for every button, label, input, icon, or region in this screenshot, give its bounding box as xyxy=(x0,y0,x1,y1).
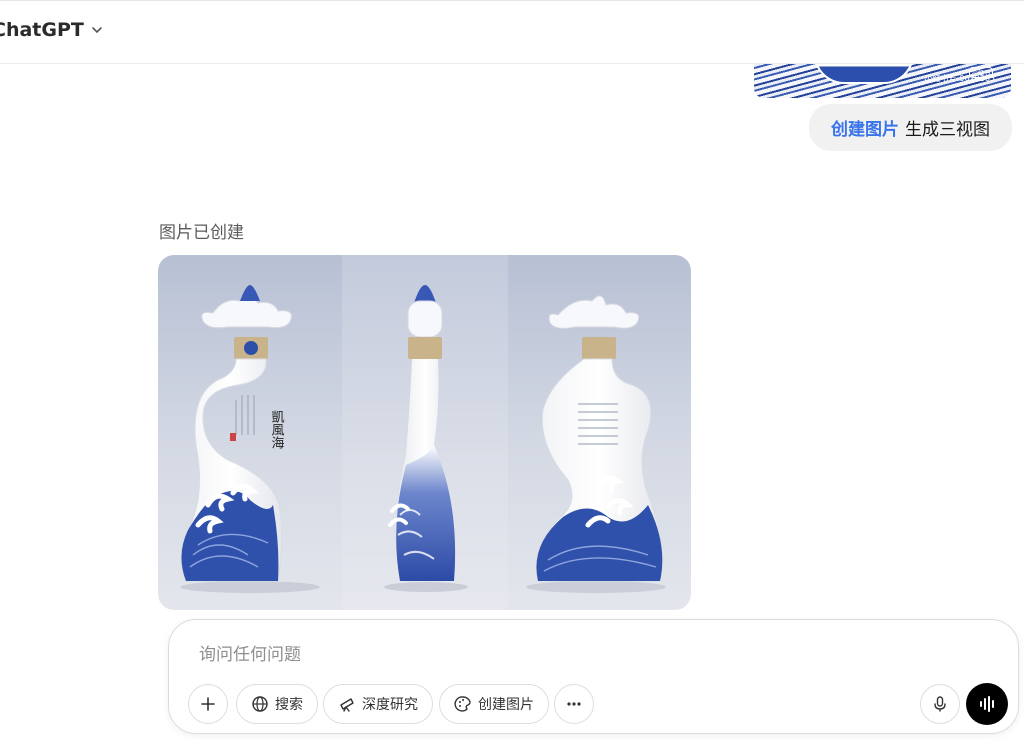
telescope-icon xyxy=(340,698,354,712)
side-bottle-illustration xyxy=(384,285,468,592)
model-switcher[interactable]: ChatGPT xyxy=(0,19,104,41)
message-composer[interactable]: 询问任何问题 搜索 深度研究 创建图片 xyxy=(168,619,1019,734)
composer-placeholder[interactable]: 询问任何问题 xyxy=(199,640,301,665)
deep-research-label: 深度研究 xyxy=(362,697,418,713)
front-view-panel: 凱風海 xyxy=(158,255,342,610)
plus-icon xyxy=(201,697,215,711)
watermark-text: 小红书号:9629285 xyxy=(924,74,995,83)
deep-research-button[interactable]: 深度研究 xyxy=(323,684,433,724)
front-bottle-illustration: 凱風海 xyxy=(180,285,320,593)
top-bar: ChatGPT xyxy=(0,0,1024,64)
create-image-label: 创建图片 xyxy=(478,697,534,713)
more-icon xyxy=(567,702,581,706)
previous-image-thumbnail[interactable]: 小红书 小红书号:9629285 xyxy=(754,64,1011,98)
palette-icon xyxy=(454,696,471,712)
microphone-icon xyxy=(934,696,946,712)
model-label: ChatGPT xyxy=(0,19,84,41)
user-message-text: 生成三视图 xyxy=(905,120,990,140)
bottle-calligraphy: 凱風海 xyxy=(269,410,285,449)
voice-waveform-icon xyxy=(980,696,994,712)
user-message-bubble: 创建图片 生成三视图 xyxy=(809,104,1012,151)
search-button[interactable]: 搜索 xyxy=(236,684,318,724)
back-bottle-illustration xyxy=(526,295,666,593)
dictate-button[interactable] xyxy=(920,684,960,724)
chevron-down-icon xyxy=(92,27,102,34)
voice-mode-button[interactable] xyxy=(966,683,1008,725)
generated-image[interactable]: 凱風海 xyxy=(158,255,691,610)
search-label: 搜索 xyxy=(275,697,303,713)
create-image-button[interactable]: 创建图片 xyxy=(439,684,549,724)
side-view-panel xyxy=(342,255,508,610)
more-tools-button[interactable] xyxy=(554,684,594,724)
tool-tag: 创建图片 xyxy=(831,120,899,140)
image-created-status: 图片已创建 xyxy=(159,223,244,243)
add-button[interactable] xyxy=(188,684,228,724)
globe-icon xyxy=(252,696,268,712)
previous-bottle-shape xyxy=(814,64,914,84)
back-view-panel xyxy=(508,255,691,610)
